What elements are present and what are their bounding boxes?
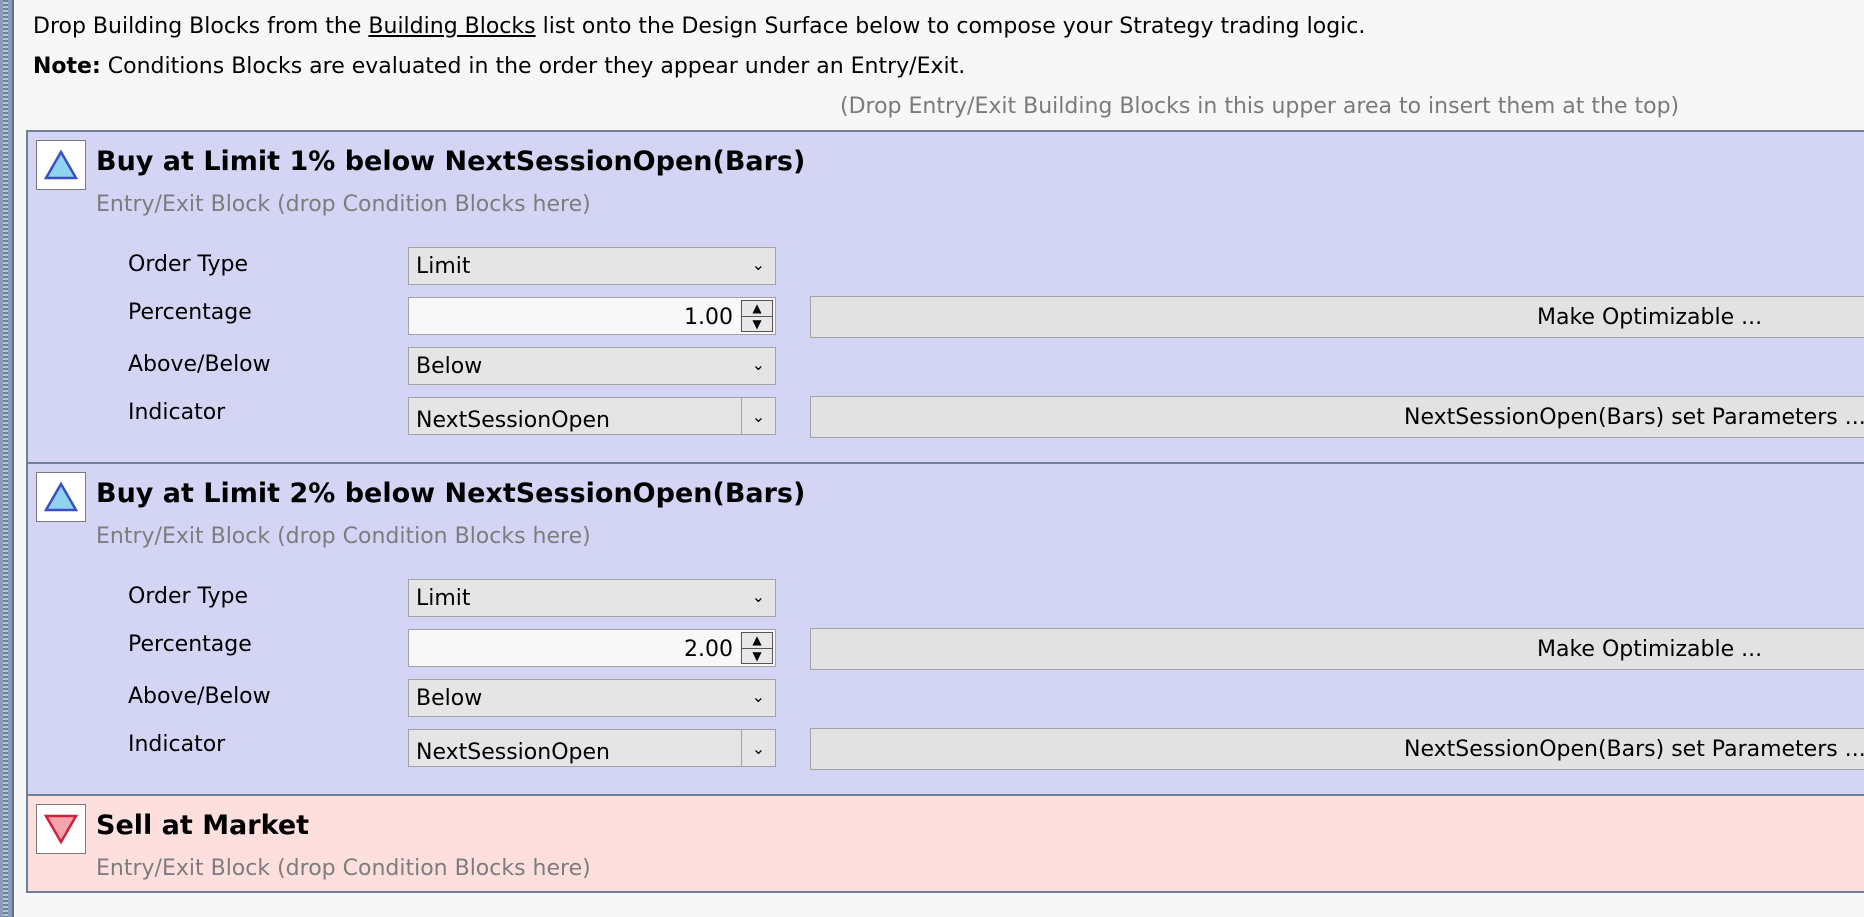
order-type-value: Limit [416, 253, 471, 279]
entry-block-buy-limit-1[interactable]: Buy at Limit 1% below NextSessionOpen(Ba… [26, 130, 1864, 464]
above-below-select[interactable]: Below ⌄ [408, 347, 776, 385]
indicator-select[interactable]: NextSessionOpen ⌄ [408, 729, 776, 767]
triangle-up-icon [36, 472, 86, 522]
percentage-value: 2.00 [684, 637, 733, 662]
block-subtitle: Entry/Exit Block (drop Condition Blocks … [96, 856, 591, 881]
chevron-down-icon[interactable]: ⌄ [741, 730, 775, 766]
left-splitter[interactable] [0, 0, 14, 917]
above-below-value: Below [416, 353, 483, 379]
make-optimizable-button[interactable]: Make Optimizable ... [810, 296, 1864, 338]
indicator-value: NextSessionOpen [416, 407, 610, 433]
indicator-label: Indicator [128, 732, 226, 757]
building-blocks-link[interactable]: Building Blocks [368, 14, 535, 39]
triangle-up-icon [36, 140, 86, 190]
order-type-value: Limit [416, 585, 471, 611]
percentage-spinner[interactable]: 1.00 ▲ ▼ [408, 297, 776, 335]
order-type-select[interactable]: Limit ⌄ [408, 579, 776, 617]
note-text: Conditions Blocks are evaluated in the o… [100, 54, 966, 79]
percentage-spinner[interactable]: 2.00 ▲ ▼ [408, 629, 776, 667]
indicator-value: NextSessionOpen [416, 739, 610, 765]
indicator-label: Indicator [128, 400, 226, 425]
percentage-label: Percentage [128, 300, 252, 325]
above-below-label: Above/Below [128, 352, 271, 377]
chevron-down-icon: ⌄ [751, 255, 765, 274]
spin-up-icon[interactable]: ▲ [742, 301, 772, 317]
instructions-text-post: list onto the Design Surface below to co… [535, 14, 1366, 39]
entry-block-buy-limit-2[interactable]: Buy at Limit 2% below NextSessionOpen(Ba… [26, 462, 1864, 796]
percentage-value: 1.00 [684, 305, 733, 330]
order-type-label: Order Type [128, 584, 249, 609]
set-parameters-button[interactable]: NextSessionOpen(Bars) set Parameters ... [810, 728, 1864, 770]
spinner-arrows[interactable]: ▲ ▼ [741, 632, 773, 664]
triangle-down-icon [36, 804, 86, 854]
exit-block-sell-market[interactable]: Sell at Market Entry/Exit Block (drop Co… [26, 794, 1864, 893]
above-below-label: Above/Below [128, 684, 271, 709]
note-line: Note: Conditions Blocks are evaluated in… [33, 54, 965, 79]
block-subtitle: Entry/Exit Block (drop Condition Blocks … [96, 192, 591, 217]
block-title: Buy at Limit 1% below NextSessionOpen(Ba… [96, 146, 806, 177]
spin-up-icon[interactable]: ▲ [742, 633, 772, 649]
make-optimizable-button[interactable]: Make Optimizable ... [810, 628, 1864, 670]
spinner-arrows[interactable]: ▲ ▼ [741, 300, 773, 332]
chevron-down-icon: ⌄ [751, 687, 765, 706]
chevron-down-icon: ⌄ [751, 587, 765, 606]
order-type-select[interactable]: Limit ⌄ [408, 247, 776, 285]
block-subtitle: Entry/Exit Block (drop Condition Blocks … [96, 524, 591, 549]
chevron-down-icon[interactable]: ⌄ [741, 398, 775, 434]
above-below-value: Below [416, 685, 483, 711]
drop-hint: (Drop Entry/Exit Building Blocks in this… [840, 94, 1680, 119]
note-label: Note: [33, 54, 101, 79]
make-optimizable-label: Make Optimizable ... [1537, 637, 1763, 662]
spin-down-icon[interactable]: ▼ [742, 649, 772, 664]
chevron-down-icon: ⌄ [751, 355, 765, 374]
block-title: Buy at Limit 2% below NextSessionOpen(Ba… [96, 478, 806, 509]
above-below-select[interactable]: Below ⌄ [408, 679, 776, 717]
order-type-label: Order Type [128, 252, 249, 277]
block-title: Sell at Market [96, 810, 310, 841]
set-parameters-label: NextSessionOpen(Bars) set Parameters ... [1404, 737, 1864, 762]
instructions-line: Drop Building Blocks from the Building B… [33, 14, 1365, 39]
percentage-label: Percentage [128, 632, 252, 657]
instructions-text-pre: Drop Building Blocks from the [33, 14, 369, 39]
set-parameters-button[interactable]: NextSessionOpen(Bars) set Parameters ... [810, 396, 1864, 438]
make-optimizable-label: Make Optimizable ... [1537, 305, 1763, 330]
indicator-select[interactable]: NextSessionOpen ⌄ [408, 397, 776, 435]
set-parameters-label: NextSessionOpen(Bars) set Parameters ... [1404, 405, 1864, 430]
spin-down-icon[interactable]: ▼ [742, 317, 772, 332]
